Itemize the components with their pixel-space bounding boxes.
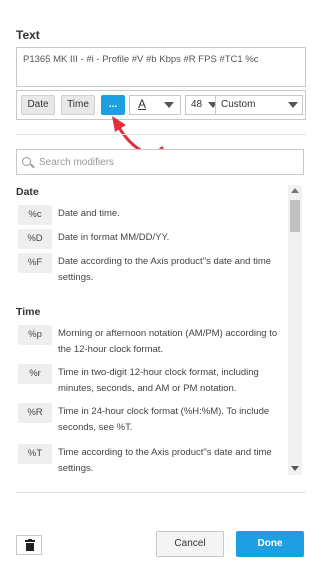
scrollbar-thumb[interactable]: [290, 200, 300, 232]
modifier-description: Time according to the Axis product"s dat…: [58, 447, 272, 474]
chevron-down-icon: [164, 102, 174, 108]
modifier-token[interactable]: %F: [18, 253, 52, 273]
modifier-token[interactable]: %T: [18, 444, 52, 464]
divider: [16, 492, 306, 493]
search-box[interactable]: [16, 149, 304, 175]
scroll-down-icon[interactable]: [291, 466, 299, 471]
modifier-description: Morning or afternoon notation (AM/PM) ac…: [58, 328, 278, 355]
trash-icon: [25, 539, 35, 551]
insert-time-button[interactable]: Time: [61, 95, 95, 115]
modifier-token[interactable]: %p: [18, 325, 52, 345]
modifier-description: Date according to the Axis product"s dat…: [58, 256, 272, 283]
text-section-title: Text: [16, 28, 40, 42]
modifier-description: Date in format MM/DD/YY.: [58, 232, 170, 243]
modifier-token[interactable]: %r: [18, 364, 52, 384]
group-title-time: Time: [16, 306, 41, 318]
text-color-icon: A: [138, 97, 147, 111]
search-input[interactable]: [39, 154, 299, 170]
insert-date-button[interactable]: Date: [21, 95, 55, 115]
done-button[interactable]: Done: [236, 531, 304, 557]
position-value: Custom: [221, 99, 256, 110]
divider: [16, 134, 306, 135]
overlay-text-field[interactable]: P1365 MK III - #i - Profile #V #b Kbps #…: [16, 47, 306, 87]
position-select[interactable]: Custom: [215, 95, 303, 115]
modifier-description: Time in two-digit 12-hour clock format, …: [58, 367, 259, 394]
modifier-token[interactable]: %R: [18, 403, 52, 423]
modifier-description: Date and time.: [58, 208, 120, 219]
modifier-token[interactable]: %D: [18, 229, 52, 249]
modifier-token[interactable]: %c: [18, 205, 52, 225]
delete-button[interactable]: [16, 535, 42, 555]
font-size-value: 48: [191, 99, 203, 110]
cancel-button[interactable]: Cancel: [156, 531, 224, 557]
modifier-description: Time in 24-hour clock format (%H:%M). To…: [58, 406, 270, 433]
group-title-date: Date: [16, 186, 39, 198]
chevron-down-icon: [288, 102, 298, 108]
scroll-up-icon[interactable]: [291, 188, 299, 193]
